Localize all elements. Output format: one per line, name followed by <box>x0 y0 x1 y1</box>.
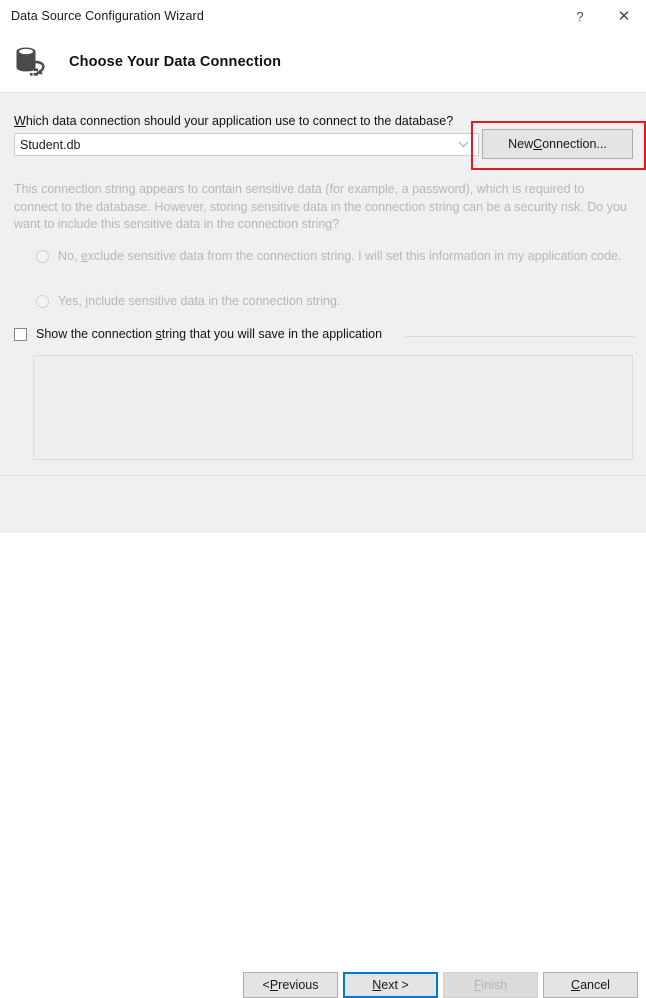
radio-exclude-sensitive-data[interactable]: No, exclude sensitive data from the conn… <box>36 248 633 266</box>
window-controls: ? ✕ <box>558 0 646 32</box>
question-accel: W <box>14 114 26 128</box>
new-connection-accel: C <box>533 137 543 151</box>
dialog-footer: < Previous Next > Finish Cancel <box>0 476 646 998</box>
radio-include-label: Yes, include sensitive data in the conne… <box>58 294 341 308</box>
radio-include-sensitive-data[interactable]: Yes, include sensitive data in the conne… <box>36 293 633 311</box>
close-icon[interactable]: ✕ <box>602 1 646 32</box>
title-bar: Data Source Configuration Wizard ? ✕ <box>0 0 646 32</box>
chevron-down-icon[interactable] <box>456 138 470 152</box>
dialog-header: Choose Your Data Connection <box>0 32 646 92</box>
new-connection-button[interactable]: New Connection... <box>482 129 633 159</box>
window-title: Data Source Configuration Wizard <box>11 9 204 23</box>
cancel-button[interactable]: Cancel <box>543 972 638 998</box>
checkbox-group-divider <box>405 336 635 337</box>
radio-mark[interactable] <box>36 295 49 308</box>
sensitive-data-description: This connection string appears to contai… <box>14 182 627 231</box>
finish-button: Finish <box>443 972 538 998</box>
connection-combobox-value: Student.db <box>20 137 81 152</box>
question-text: hich data connection should your applica… <box>25 114 454 128</box>
show-connection-string-label: Show the connection string that you will… <box>36 327 383 341</box>
connection-question-label: Which data connection should your applic… <box>14 114 453 128</box>
database-connection-icon <box>9 39 55 85</box>
connection-string-textarea[interactable] <box>33 355 633 460</box>
next-button[interactable]: Next > <box>343 972 438 998</box>
dialog-body: Which data connection should your applic… <box>0 93 646 475</box>
radio-exclude-label: No, exclude sensitive data from the conn… <box>58 249 622 263</box>
page-title: Choose Your Data Connection <box>69 54 282 70</box>
radio-mark[interactable] <box>36 250 49 263</box>
connection-combobox[interactable]: Student.db <box>14 133 479 156</box>
new-connection-post: onnection... <box>542 137 607 151</box>
show-connection-string-checkbox[interactable]: Show the connection string that you will… <box>14 327 382 341</box>
previous-button[interactable]: < Previous <box>243 972 338 998</box>
new-connection-pre: New <box>508 137 534 151</box>
checkbox-mark[interactable] <box>14 327 27 341</box>
help-icon[interactable]: ? <box>558 1 602 32</box>
